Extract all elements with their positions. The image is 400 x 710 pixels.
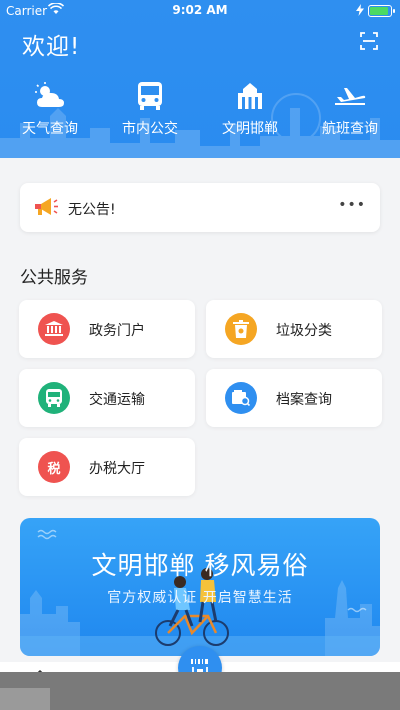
quick-link-weather[interactable]: 天气查询: [10, 80, 90, 138]
trash-bin-icon: [225, 313, 257, 345]
quick-link-civilization[interactable]: 文明邯郸: [210, 80, 290, 138]
quick-link-label: 文明邯郸: [222, 121, 278, 137]
welcome-title: 欢迎!: [22, 34, 81, 60]
charging-icon: [356, 4, 364, 16]
service-tax-hall[interactable]: 税 办税大厅: [19, 438, 195, 496]
status-bar: Carrier 9:02 AM: [0, 0, 400, 22]
header: Carrier 9:02 AM 欢迎! 天气查询 市内公交 文明邯郸 航班查询: [0, 0, 400, 158]
service-label: 垃圾分类: [276, 323, 332, 339]
clock: 9:02 AM: [172, 3, 228, 17]
landmark-icon: [233, 80, 267, 112]
service-government-portal[interactable]: 政务门户: [19, 300, 195, 358]
tax-icon: 税: [38, 451, 70, 483]
airplane-icon: [333, 80, 367, 112]
promo-banner[interactable]: 文明邯郸 移风易俗 官方权威认证 开启智慧生活: [20, 518, 380, 656]
quick-link-label: 天气查询: [22, 121, 78, 137]
service-transportation[interactable]: 交通运输: [19, 369, 195, 427]
archive-icon: [225, 382, 257, 414]
section-title: 公共服务: [20, 268, 88, 288]
megaphone-icon: [35, 198, 58, 215]
service-label: 办税大厅: [89, 461, 145, 477]
service-label: 交通运输: [89, 392, 145, 408]
quick-link-label: 航班查询: [322, 121, 378, 137]
bottom-overlay: [0, 672, 400, 710]
service-label: 政务门户: [89, 323, 145, 339]
notice-text: 无公告!: [68, 202, 116, 218]
bus-icon: [38, 382, 70, 414]
service-label: 档案查询: [276, 392, 332, 408]
banner-subtitle: 官方权威认证 开启智慧生活: [107, 590, 293, 606]
more-button[interactable]: •••: [338, 197, 366, 213]
notice-bar[interactable]: 无公告! •••: [20, 183, 380, 232]
bottom-overlay-corner: [0, 688, 50, 710]
government-icon: [38, 313, 70, 345]
bus-icon: [133, 80, 167, 112]
cloud-sun-icon: [33, 80, 67, 112]
quick-link-label: 市内公交: [122, 121, 178, 137]
quick-link-bus[interactable]: 市内公交: [110, 80, 190, 138]
banner-title: 文明邯郸 移风易俗: [91, 551, 309, 580]
service-archive-inquiry[interactable]: 档案查询: [206, 369, 382, 427]
scan-icon[interactable]: [360, 32, 378, 50]
service-garbage-sorting[interactable]: 垃圾分类: [206, 300, 382, 358]
quick-link-flight[interactable]: 航班查询: [310, 80, 390, 138]
battery-icon: [368, 5, 395, 17]
